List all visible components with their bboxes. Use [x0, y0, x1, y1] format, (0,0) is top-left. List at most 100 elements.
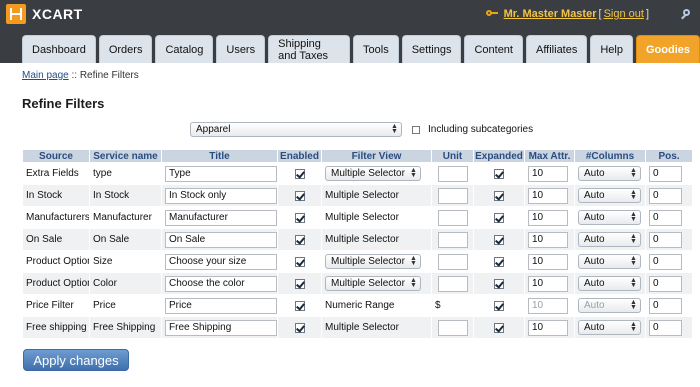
enabled-checkbox[interactable] — [294, 322, 305, 333]
columns-cell: Auto ▲ ▼ — [574, 162, 646, 185]
unit-cell — [431, 228, 474, 251]
max-attr-input[interactable]: 10 — [528, 319, 568, 336]
tab-goodies[interactable]: Goodies — [635, 35, 700, 63]
expanded-checkbox[interactable] — [494, 322, 504, 333]
title-input[interactable]: Price — [165, 297, 277, 314]
column-header-filter-view: Filter View — [321, 149, 432, 163]
columns-select[interactable]: Auto ▲ ▼ — [578, 232, 641, 247]
unit-input[interactable] — [437, 253, 468, 270]
enabled-checkbox[interactable] — [294, 190, 305, 201]
pos-cell: 0 — [645, 206, 693, 229]
title-input[interactable]: On Sale — [165, 231, 277, 248]
user-name-link[interactable]: Mr. Master Master — [504, 8, 597, 20]
unit-input[interactable] — [437, 187, 468, 204]
max-attr-input[interactable]: 10 — [528, 209, 568, 226]
tab-users[interactable]: Users — [216, 35, 266, 63]
include-subcategories-checkbox[interactable] — [412, 125, 420, 134]
breadcrumb: Main page :: Refine Filters — [22, 70, 139, 81]
table-row: On Sale On Sale On Sale Multiple Selector 10… — [22, 228, 693, 251]
category-select[interactable]: Apparel ▲ ▼ — [190, 122, 402, 137]
include-subcategories-label: Including subcategories — [428, 124, 534, 135]
search-icon[interactable] — [681, 8, 692, 20]
enabled-cell — [277, 184, 322, 207]
columns-select[interactable]: Auto ▲ ▼ — [578, 298, 641, 313]
max-attr-input[interactable]: 10 — [528, 187, 568, 204]
expanded-checkbox[interactable] — [494, 212, 504, 223]
tab-shipping-and-taxes[interactable]: Shipping and Taxes — [268, 35, 351, 63]
select-arrows-icon: ▲ ▼ — [630, 321, 637, 333]
tab-content[interactable]: Content — [464, 35, 523, 63]
filter-view-select[interactable]: Multiple Selector ▲ ▼ — [325, 254, 421, 269]
tab-help[interactable]: Help — [590, 35, 633, 63]
service-name-cell: Price — [89, 294, 162, 317]
title-input[interactable]: Manufacturer — [165, 209, 277, 226]
max-attr-input[interactable]: 10 — [528, 165, 568, 182]
pos-input[interactable]: 0 — [649, 319, 682, 336]
unit-cell — [431, 272, 474, 295]
breadcrumb-main-page[interactable]: Main page — [22, 70, 69, 81]
pos-input[interactable]: 0 — [649, 165, 682, 182]
title-input[interactable]: In Stock only — [165, 187, 277, 204]
user-area: Mr. Master Master [ Sign out ] — [485, 8, 692, 20]
enabled-checkbox[interactable] — [294, 256, 305, 267]
columns-select[interactable]: Auto ▲ ▼ — [578, 254, 641, 269]
max-attr-input[interactable]: 10 — [528, 297, 568, 314]
tab-settings[interactable]: Settings — [401, 35, 462, 63]
apply-changes-button[interactable]: Apply changes — [23, 349, 129, 371]
column-header-pos: Pos. — [645, 149, 693, 163]
unit-cell — [431, 250, 474, 273]
logo[interactable]: XCART — [6, 4, 83, 24]
expanded-cell — [473, 184, 525, 207]
max-attr-input[interactable]: 10 — [528, 231, 568, 248]
pos-input[interactable]: 0 — [649, 275, 682, 292]
pos-input[interactable]: 0 — [649, 187, 682, 204]
pos-input[interactable]: 0 — [649, 297, 682, 314]
max-attr-cell: 10 — [524, 206, 575, 229]
columns-select[interactable]: Auto ▲ ▼ — [578, 210, 641, 225]
pos-input[interactable]: 0 — [649, 231, 682, 248]
tab-tools[interactable]: Tools — [353, 35, 399, 63]
enabled-checkbox[interactable] — [294, 212, 305, 223]
columns-select[interactable]: Auto ▲ ▼ — [578, 188, 641, 203]
filter-view-select-value: Multiple Selector — [331, 278, 405, 289]
unit-input[interactable] — [437, 319, 468, 336]
tab-orders[interactable]: Orders — [98, 35, 153, 63]
filter-view-select[interactable]: Multiple Selector ▲ ▼ — [325, 276, 421, 291]
max-attr-input[interactable]: 10 — [528, 253, 568, 270]
pos-input[interactable]: 0 — [649, 209, 682, 226]
columns-select[interactable]: Auto ▲ ▼ — [578, 320, 641, 335]
title-input[interactable]: Choose the color — [165, 275, 277, 292]
top-header: XCART Mr. Master Master [ Sign out ] Das… — [0, 0, 700, 63]
enabled-checkbox[interactable] — [294, 168, 305, 179]
title-input[interactable]: Type — [165, 165, 277, 182]
pos-input[interactable]: 0 — [649, 253, 682, 270]
title-input[interactable]: Choose your size — [165, 253, 277, 270]
enabled-checkbox[interactable] — [294, 234, 305, 245]
enabled-checkbox[interactable] — [294, 278, 305, 289]
max-attr-input[interactable]: 10 — [528, 275, 568, 292]
unit-input[interactable] — [437, 165, 468, 182]
pos-cell: 0 — [645, 228, 693, 251]
columns-select[interactable]: Auto ▲ ▼ — [578, 166, 641, 181]
unit-input[interactable] — [437, 231, 468, 248]
tab-catalog[interactable]: Catalog — [155, 35, 214, 63]
enabled-checkbox[interactable] — [294, 300, 305, 311]
category-select-value: Apparel — [196, 124, 231, 135]
expanded-checkbox[interactable] — [494, 234, 504, 245]
sign-out-link[interactable]: Sign out — [604, 8, 644, 20]
filter-view-cell: Multiple Selector — [321, 228, 432, 251]
expanded-checkbox[interactable] — [494, 256, 504, 267]
filter-view-select[interactable]: Multiple Selector ▲ ▼ — [325, 166, 421, 181]
unit-input[interactable] — [437, 209, 468, 226]
tab-affiliates[interactable]: Affiliates — [525, 35, 588, 63]
expanded-checkbox[interactable] — [494, 300, 504, 311]
unit-input[interactable] — [437, 275, 468, 292]
expanded-checkbox[interactable] — [494, 278, 504, 289]
tab-dashboard[interactable]: Dashboard — [22, 35, 96, 63]
expanded-checkbox[interactable] — [494, 168, 504, 179]
title-input[interactable]: Free Shipping — [165, 319, 277, 336]
expanded-checkbox[interactable] — [494, 190, 504, 201]
select-arrows-icon: ▲ ▼ — [630, 277, 637, 289]
columns-select[interactable]: Auto ▲ ▼ — [578, 276, 641, 291]
source-cell: Free shipping — [22, 316, 90, 339]
